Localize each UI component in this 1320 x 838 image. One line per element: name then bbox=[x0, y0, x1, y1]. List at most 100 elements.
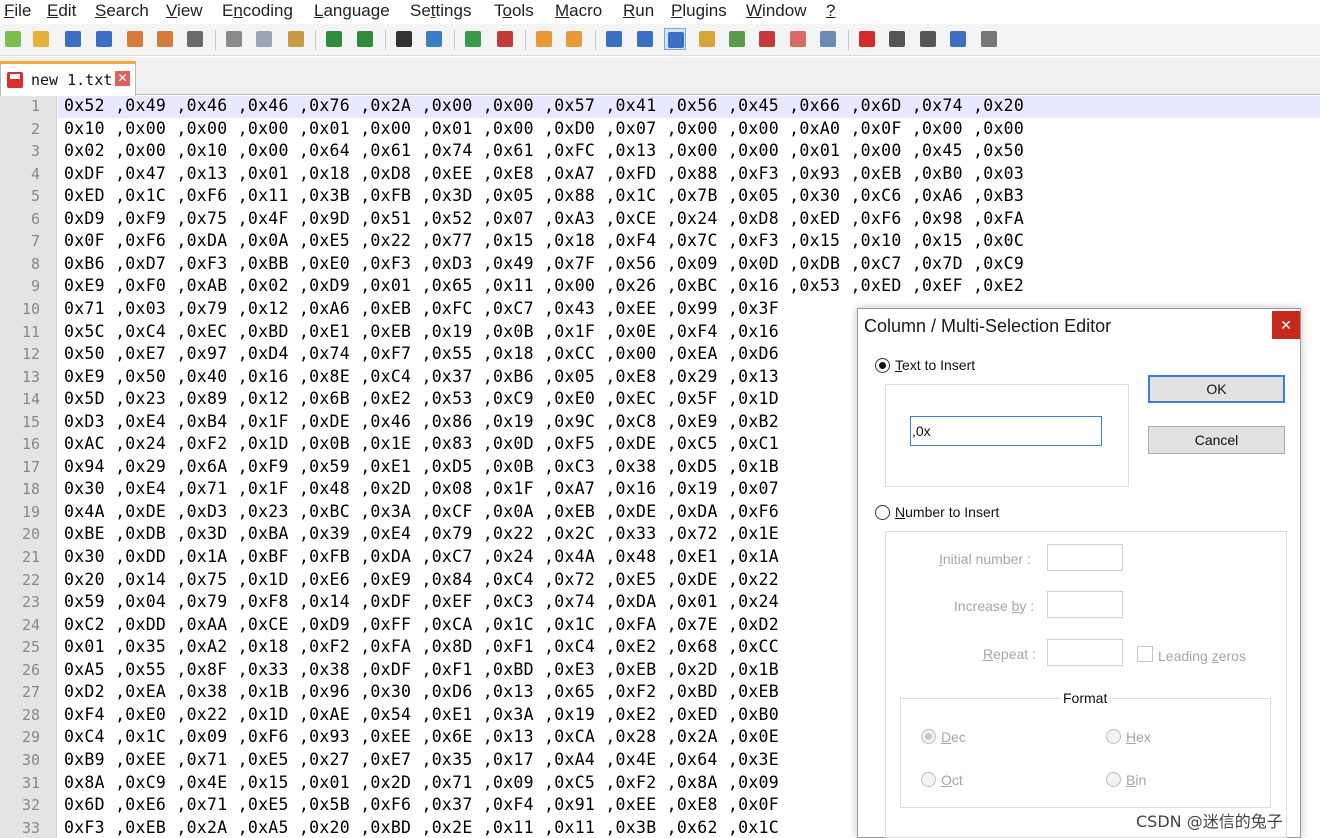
code-line[interactable]: 0x0F ,0xF6 ,0xDA ,0x0A ,0xE5 ,0x22 ,0x77… bbox=[64, 231, 1024, 250]
tab-new-1[interactable]: new 1.txt ✕ bbox=[0, 61, 136, 96]
dec-radio[interactable] bbox=[921, 729, 936, 744]
playback-button[interactable] bbox=[917, 28, 939, 50]
function-list-button[interactable] bbox=[756, 28, 778, 50]
code-line[interactable]: 0xC2 ,0xDD ,0xAA ,0xCE ,0xD9 ,0xFF ,0xCA… bbox=[64, 615, 779, 634]
menu-item[interactable]: Tools bbox=[494, 0, 534, 22]
code-line[interactable]: 0x6D ,0xE6 ,0x71 ,0xE5 ,0x5B ,0xF6 ,0x37… bbox=[64, 795, 779, 814]
text-to-insert-label[interactable]: Text to Insert bbox=[895, 357, 975, 373]
run-macro-multiple-button[interactable] bbox=[947, 28, 969, 50]
bin-radio[interactable] bbox=[1106, 772, 1121, 787]
code-line[interactable]: 0xDF ,0x47 ,0x13 ,0x01 ,0x18 ,0xD8 ,0xEE… bbox=[64, 164, 1024, 183]
sync-vertical-button[interactable] bbox=[533, 28, 555, 50]
code-line[interactable]: 0xAC ,0x24 ,0xF2 ,0x1D ,0x0B ,0x1E ,0x83… bbox=[64, 434, 779, 453]
text-to-insert-radio[interactable] bbox=[875, 358, 890, 373]
print-button[interactable] bbox=[184, 28, 206, 50]
save-macro-button[interactable] bbox=[978, 28, 1000, 50]
code-line[interactable]: 0xB6 ,0xD7 ,0xF3 ,0xBB ,0xE0 ,0xF3 ,0xD3… bbox=[64, 254, 1024, 273]
dialog-close-button[interactable]: ✕ bbox=[1272, 311, 1300, 339]
record-macro-button[interactable] bbox=[856, 28, 878, 50]
code-line[interactable]: 0x10 ,0x00 ,0x00 ,0x00 ,0x01 ,0x00 ,0x01… bbox=[64, 119, 1024, 138]
menu-item[interactable]: ? bbox=[826, 0, 835, 22]
paste-button[interactable] bbox=[285, 28, 307, 50]
code-line[interactable]: 0x02 ,0x00 ,0x10 ,0x00 ,0x64 ,0x61 ,0x74… bbox=[64, 141, 1024, 160]
text-to-insert-input[interactable] bbox=[910, 416, 1102, 446]
code-line[interactable]: 0x4A ,0xDE ,0xD3 ,0x23 ,0xBC ,0x3A ,0xCF… bbox=[64, 502, 779, 521]
code-line[interactable]: 0x71 ,0x03 ,0x79 ,0x12 ,0xA6 ,0xEB ,0xFC… bbox=[64, 299, 779, 318]
menu-item[interactable]: Edit bbox=[47, 0, 76, 22]
zoom-out-button[interactable] bbox=[494, 28, 516, 50]
leading-zeros-checkbox[interactable] bbox=[1137, 646, 1153, 662]
code-line[interactable]: 0x50 ,0xE7 ,0x97 ,0xD4 ,0x74 ,0xF7 ,0x55… bbox=[64, 344, 779, 363]
ok-button[interactable]: OK bbox=[1148, 375, 1285, 403]
word-wrap-button[interactable] bbox=[603, 28, 625, 50]
folder-workspace-button[interactable] bbox=[787, 28, 809, 50]
cut-button[interactable] bbox=[223, 28, 245, 50]
leading-zeros-label[interactable]: Leading zeros bbox=[1158, 648, 1246, 664]
menu-item[interactable]: Search bbox=[95, 0, 149, 22]
code-line[interactable]: 0x5D ,0x23 ,0x89 ,0x12 ,0x6B ,0xE2 ,0x53… bbox=[64, 389, 779, 408]
code-line[interactable]: 0x52 ,0x49 ,0x46 ,0x46 ,0x76 ,0x2A ,0x00… bbox=[64, 96, 1024, 115]
cancel-button[interactable]: Cancel bbox=[1148, 426, 1285, 454]
code-line[interactable]: 0xA5 ,0x55 ,0x8F ,0x33 ,0x38 ,0xDF ,0xF1… bbox=[64, 660, 779, 679]
show-all-chars-button[interactable] bbox=[634, 28, 656, 50]
code-line[interactable]: 0xED ,0x1C ,0xF6 ,0x11 ,0x3B ,0xFB ,0x3D… bbox=[64, 186, 1024, 205]
save-all-button[interactable] bbox=[93, 28, 115, 50]
monitoring-button[interactable] bbox=[817, 28, 839, 50]
new-file-button[interactable] bbox=[2, 28, 24, 50]
zoom-in-button[interactable] bbox=[462, 28, 484, 50]
hex-label[interactable]: Hex bbox=[1126, 729, 1151, 745]
close-all-button[interactable] bbox=[154, 28, 176, 50]
redo-button[interactable] bbox=[354, 28, 376, 50]
code-line[interactable]: 0xD3 ,0xE4 ,0xB4 ,0x1F ,0xDE ,0x46 ,0x86… bbox=[64, 412, 779, 431]
tab-close-icon[interactable]: ✕ bbox=[115, 71, 130, 86]
bin-label[interactable]: Bin bbox=[1126, 772, 1146, 788]
menu-item[interactable]: Macro bbox=[555, 0, 602, 22]
code-line[interactable]: 0x30 ,0xE4 ,0x71 ,0x1F ,0x48 ,0x2D ,0x08… bbox=[64, 479, 779, 498]
hex-radio[interactable] bbox=[1106, 729, 1121, 744]
menu-item[interactable]: Settings bbox=[410, 0, 471, 22]
number-to-insert-label[interactable]: Number to Insert bbox=[895, 504, 999, 520]
code-line[interactable]: 0xB9 ,0xEE ,0x71 ,0xE5 ,0x27 ,0xE7 ,0x35… bbox=[64, 750, 779, 769]
code-line[interactable]: 0xD9 ,0xF9 ,0x75 ,0x4F ,0x9D ,0x51 ,0x52… bbox=[64, 209, 1024, 228]
save-button[interactable] bbox=[62, 28, 84, 50]
code-line[interactable]: 0xC4 ,0x1C ,0x09 ,0xF6 ,0x93 ,0xEE ,0x6E… bbox=[64, 727, 779, 746]
code-line[interactable]: 0x8A ,0xC9 ,0x4E ,0x15 ,0x01 ,0x2D ,0x71… bbox=[64, 773, 779, 792]
code-line[interactable]: 0x59 ,0x04 ,0x79 ,0xF8 ,0x14 ,0xDF ,0xEF… bbox=[64, 592, 779, 611]
doc-map-button[interactable] bbox=[726, 28, 748, 50]
code-line[interactable]: 0xF4 ,0xE0 ,0x22 ,0x1D ,0xAE ,0x54 ,0xE1… bbox=[64, 705, 779, 724]
code-line[interactable]: 0xE9 ,0x50 ,0x40 ,0x16 ,0x8E ,0xC4 ,0x37… bbox=[64, 367, 779, 386]
code-line[interactable]: 0x01 ,0x35 ,0xA2 ,0x18 ,0xF2 ,0xFA ,0x8D… bbox=[64, 637, 779, 656]
menu-item[interactable]: Language bbox=[314, 0, 390, 22]
number-to-insert-radio[interactable] bbox=[875, 505, 890, 520]
menu-item[interactable]: Encoding bbox=[222, 0, 293, 22]
copy-button[interactable] bbox=[253, 28, 275, 50]
find-button[interactable] bbox=[393, 28, 415, 50]
indent-guide-button[interactable] bbox=[664, 28, 686, 50]
code-line[interactable]: 0x5C ,0xC4 ,0xEC ,0xBD ,0xE1 ,0xEB ,0x19… bbox=[64, 322, 779, 341]
repeat-input[interactable] bbox=[1047, 639, 1123, 666]
dec-label[interactable]: Dec bbox=[941, 729, 966, 745]
code-line[interactable]: 0x94 ,0x29 ,0x6A ,0xF9 ,0x59 ,0xE1 ,0xD5… bbox=[64, 457, 779, 476]
code-line[interactable]: 0xBE ,0xDB ,0x3D ,0xBA ,0x39 ,0xE4 ,0x79… bbox=[64, 524, 779, 543]
oct-label[interactable]: Oct bbox=[941, 772, 963, 788]
menu-item[interactable]: Window bbox=[746, 0, 806, 22]
undo-button[interactable] bbox=[323, 28, 345, 50]
close-button[interactable] bbox=[124, 28, 146, 50]
menu-item[interactable]: Plugins bbox=[671, 0, 727, 22]
code-line[interactable]: 0x30 ,0xDD ,0x1A ,0xBF ,0xFB ,0xDA ,0xC7… bbox=[64, 547, 779, 566]
code-line[interactable]: 0xF3 ,0xEB ,0x2A ,0xA5 ,0x20 ,0xBD ,0x2E… bbox=[64, 818, 779, 837]
open-file-button[interactable] bbox=[30, 28, 52, 50]
sync-horizontal-button[interactable] bbox=[563, 28, 585, 50]
language-button[interactable] bbox=[696, 28, 718, 50]
code-line[interactable]: 0x20 ,0x14 ,0x75 ,0x1D ,0xE6 ,0xE9 ,0x84… bbox=[64, 570, 779, 589]
menu-item[interactable]: View bbox=[166, 0, 203, 22]
increase-by-input[interactable] bbox=[1047, 591, 1123, 618]
code-line[interactable]: 0xD2 ,0xEA ,0x38 ,0x1B ,0x96 ,0x30 ,0xD6… bbox=[64, 682, 779, 701]
stop-recording-button[interactable] bbox=[886, 28, 908, 50]
menu-item[interactable]: File bbox=[4, 0, 31, 22]
code-line[interactable]: 0xE9 ,0xF0 ,0xAB ,0x02 ,0xD9 ,0x01 ,0x65… bbox=[64, 276, 1024, 295]
oct-radio[interactable] bbox=[921, 772, 936, 787]
menu-item[interactable]: Run bbox=[623, 0, 654, 22]
initial-number-input[interactable] bbox=[1047, 544, 1123, 571]
replace-button[interactable] bbox=[423, 28, 445, 50]
